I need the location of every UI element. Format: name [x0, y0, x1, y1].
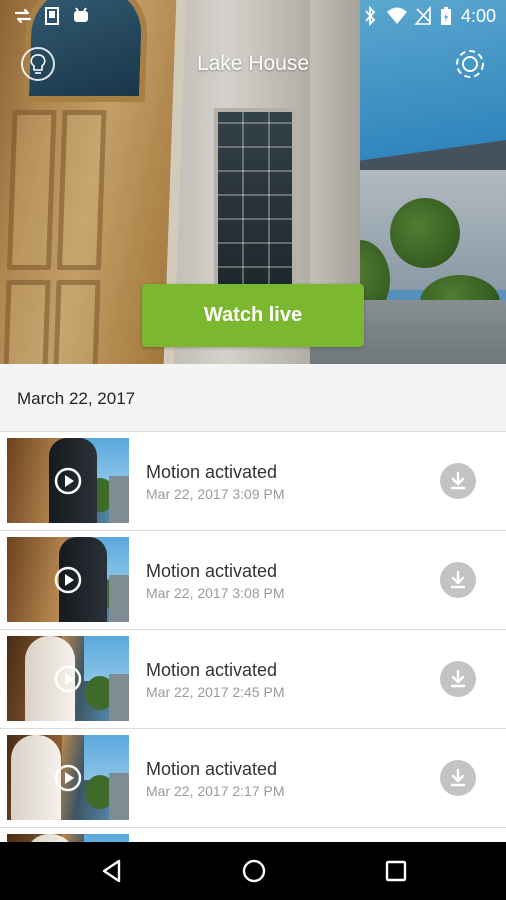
download-icon[interactable]	[440, 661, 476, 697]
recents-icon[interactable]	[382, 857, 410, 885]
date-label: March 22, 2017	[17, 389, 136, 408]
download-icon[interactable]	[440, 562, 476, 598]
system-nav-bar	[0, 842, 506, 900]
play-icon[interactable]	[54, 467, 82, 495]
event-title: Motion activated	[146, 561, 278, 581]
gear-icon[interactable]	[452, 46, 488, 82]
play-icon[interactable]	[54, 665, 82, 693]
event-title: Motion activated	[146, 660, 278, 680]
event-row[interactable]: Motion activated Mar 22, 2017 2:45 PM	[0, 630, 506, 729]
event-thumbnail[interactable]	[7, 735, 129, 820]
battery-charging-icon	[441, 7, 451, 25]
date-section-header: March 22, 2017	[0, 364, 506, 432]
play-icon[interactable]	[54, 566, 82, 594]
event-title: Motion activated	[146, 759, 278, 779]
event-timestamp: Mar 22, 2017 3:08 PM	[146, 585, 285, 601]
event-row[interactable]: Motion activated Mar 22, 2017 3:09 PM	[0, 432, 506, 531]
camera-title: Lake House	[196, 52, 310, 75]
android-icon	[74, 7, 88, 22]
sd-card-icon	[45, 7, 59, 25]
event-row[interactable]: Motion activated Mar 22, 2017 2:17 PM	[0, 729, 506, 828]
download-icon[interactable]	[440, 760, 476, 796]
event-timestamp: Mar 22, 2017 3:09 PM	[146, 486, 285, 502]
event-row[interactable]: Motion activated Mar 22, 2017 3:08 PM	[0, 531, 506, 630]
event-thumbnail[interactable]	[7, 438, 129, 523]
event-title: Motion activated	[146, 462, 278, 482]
event-timestamp: Mar 22, 2017 2:17 PM	[146, 783, 285, 799]
home-icon[interactable]	[240, 857, 268, 885]
wifi-icon	[387, 7, 407, 24]
event-list[interactable]: Motion activated Mar 22, 2017 3:09 PM Mo…	[0, 432, 506, 842]
bluetooth-icon	[365, 6, 376, 26]
lightbulb-icon[interactable]	[20, 46, 56, 82]
watch-live-button[interactable]: Watch live	[142, 284, 364, 347]
event-thumbnail[interactable]	[7, 834, 129, 842]
event-thumbnail[interactable]	[7, 537, 129, 622]
no-signal-icon	[414, 6, 431, 25]
event-thumbnail[interactable]	[7, 636, 129, 721]
event-timestamp: Mar 22, 2017 2:45 PM	[146, 684, 285, 700]
download-icon[interactable]	[440, 463, 476, 499]
back-icon[interactable]	[98, 857, 126, 885]
event-row-partial[interactable]	[0, 828, 506, 842]
status-bar: 4:00	[0, 0, 506, 32]
sync-icon	[14, 8, 32, 24]
status-time: 4:00	[460, 6, 496, 26]
play-icon[interactable]	[54, 764, 82, 792]
